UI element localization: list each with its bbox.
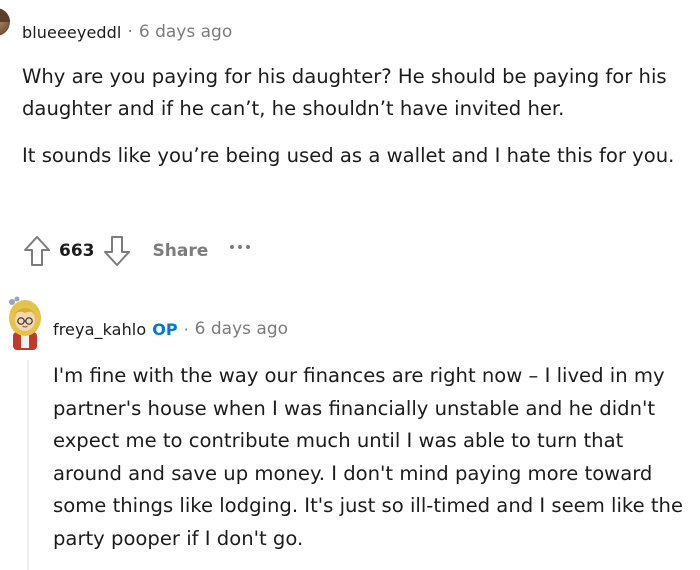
comment-header: freya_kahlo OP · 6 days ago — [53, 316, 288, 342]
username[interactable]: blueeeyeddl — [22, 23, 121, 42]
share-button[interactable]: Share — [153, 241, 209, 261]
comment-body: Why are you paying for his daughter? He … — [22, 61, 682, 188]
meta-separator: · — [127, 22, 133, 42]
comment-action-bar: 663 Share — [22, 233, 251, 269]
meta-separator: · — [183, 319, 189, 339]
comment-timestamp[interactable]: 6 days ago — [195, 319, 288, 339]
upvote-arrow-icon[interactable] — [22, 234, 52, 268]
comment-paragraph: It sounds like you’re being used as a wa… — [22, 144, 675, 167]
comment-timestamp[interactable]: 6 days ago — [139, 22, 232, 42]
more-options-icon[interactable] — [230, 237, 251, 265]
comment-header: blueeeyeddl · 6 days ago — [22, 19, 232, 45]
thread-line[interactable] — [27, 360, 29, 570]
downvote-arrow-icon[interactable] — [102, 234, 132, 268]
user-avatar[interactable] — [0, 8, 10, 36]
user-avatar[interactable] — [4, 294, 46, 352]
username[interactable]: freya_kahlo — [53, 320, 146, 339]
comment-body: I'm fine with the way our finances are r… — [53, 360, 693, 555]
op-badge: OP — [152, 319, 178, 339]
comment-paragraph: Why are you paying for his daughter? He … — [22, 65, 667, 120]
comment-paragraph: I'm fine with the way our finances are r… — [53, 364, 684, 550]
vote-count: 663 — [59, 241, 95, 261]
